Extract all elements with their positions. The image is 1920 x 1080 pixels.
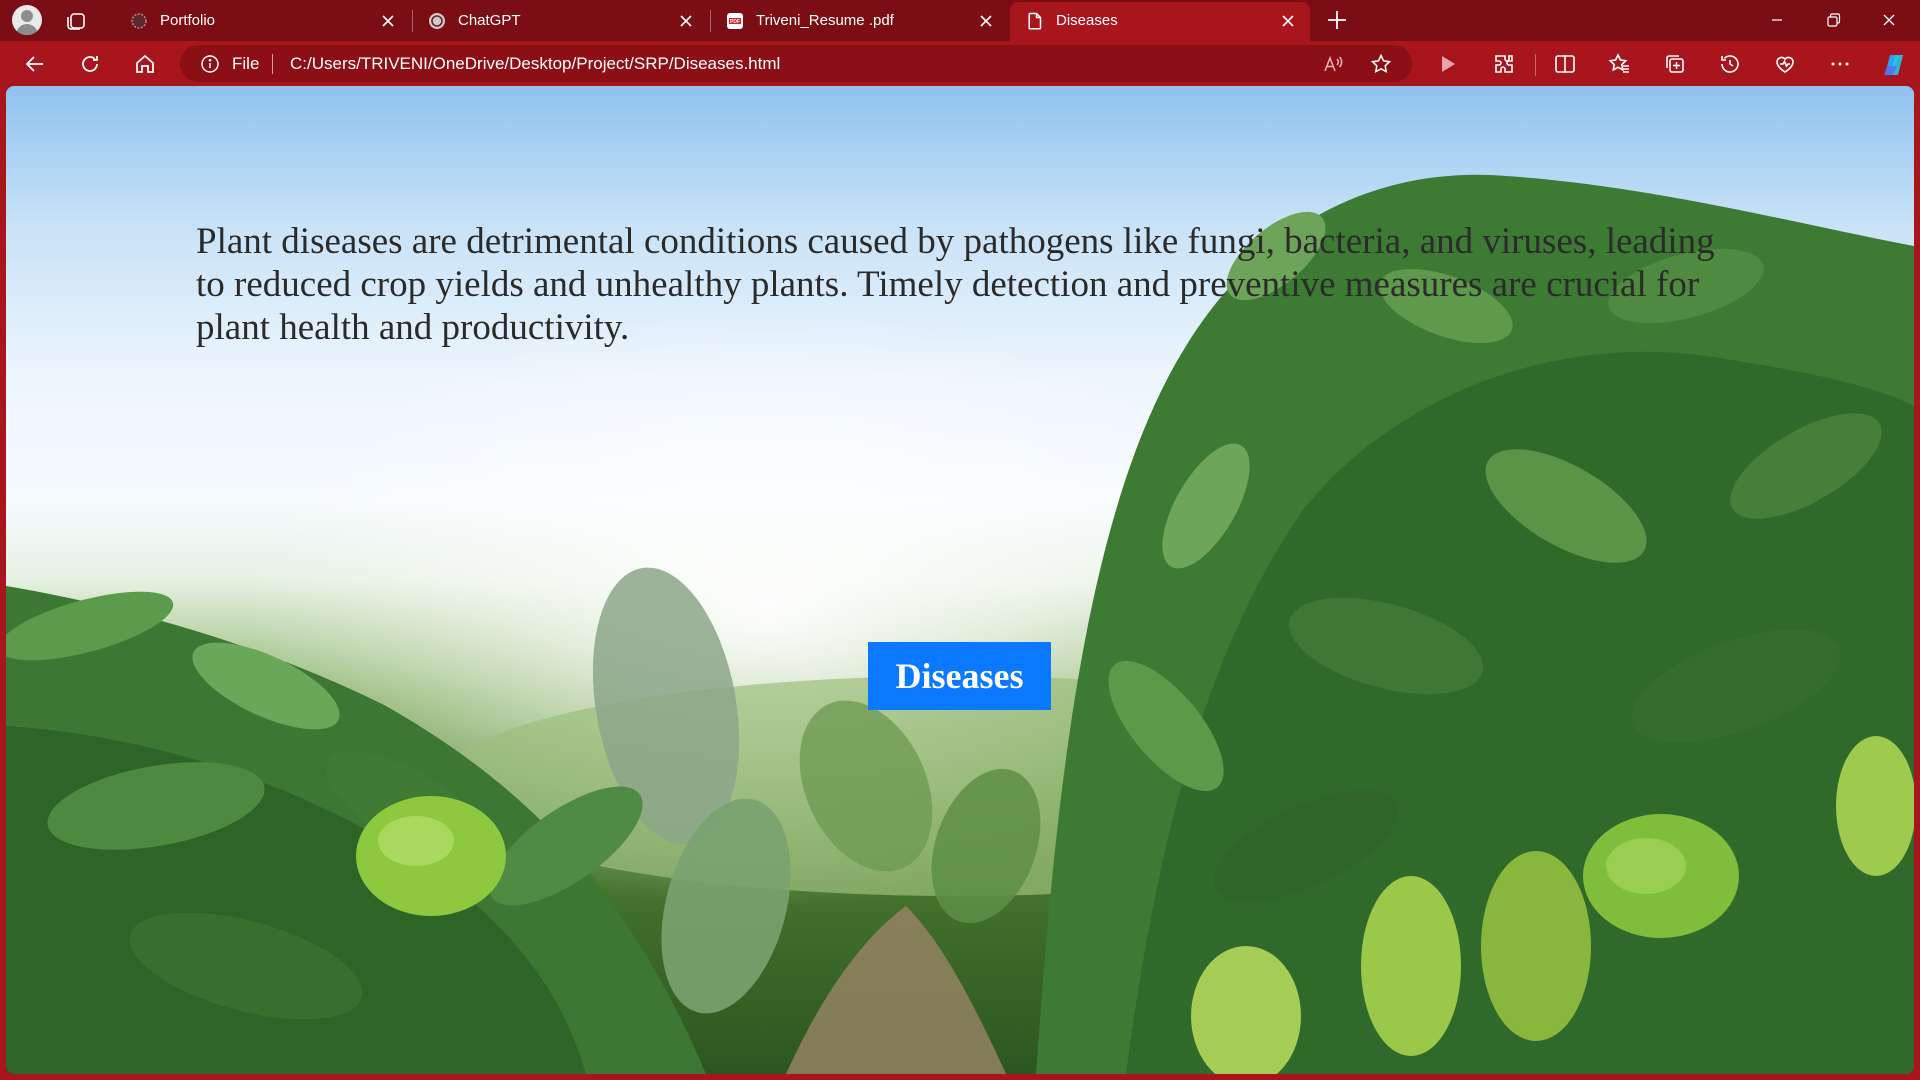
- page-viewport: Plant diseases are detrimental condition…: [6, 86, 1914, 1074]
- close-tab-icon[interactable]: [978, 13, 994, 29]
- tab-divider: [412, 10, 413, 32]
- more-options-icon[interactable]: [1825, 49, 1855, 79]
- tab-resume-pdf[interactable]: PDF Triveni_Resume .pdf: [712, 2, 1008, 41]
- favorite-star-icon[interactable]: [1370, 53, 1392, 75]
- address-scheme-label: File: [232, 54, 260, 73]
- close-tab-icon[interactable]: [1280, 13, 1296, 29]
- tab-diseases[interactable]: Diseases: [1010, 2, 1310, 41]
- tab-title: Diseases: [1056, 12, 1118, 29]
- svg-text:PDF: PDF: [730, 19, 740, 25]
- tab-divider: [710, 10, 711, 32]
- back-icon[interactable]: [20, 49, 50, 79]
- copilot-icon[interactable]: [1878, 49, 1908, 79]
- tab-title: ChatGPT: [458, 12, 521, 29]
- new-tab-icon[interactable]: [1325, 8, 1349, 32]
- page-favicon-icon: [1026, 12, 1044, 30]
- site-info-icon[interactable]: [200, 54, 220, 74]
- minimize-icon[interactable]: [1754, 6, 1800, 34]
- home-icon[interactable]: [130, 49, 160, 79]
- refresh-icon[interactable]: [75, 49, 105, 79]
- split-screen-icon[interactable]: [1550, 49, 1580, 79]
- diseases-intro-paragraph: Plant diseases are detrimental condition…: [196, 221, 1715, 348]
- tab-title: Triveni_Resume .pdf: [756, 12, 894, 29]
- portfolio-favicon-icon: [130, 12, 148, 30]
- collections-icon[interactable]: [1660, 49, 1690, 79]
- restore-icon[interactable]: [1810, 6, 1856, 34]
- tab-strip: Portfolio ChatGPT PDF Triveni_Resume .pd…: [0, 0, 1920, 41]
- address-bar[interactable]: File C:/Users/TRIVENI/OneDrive/Desktop/P…: [180, 45, 1412, 82]
- chatgpt-favicon-icon: [428, 12, 446, 30]
- toolbar-divider: [1535, 54, 1536, 76]
- close-tab-icon[interactable]: [678, 13, 694, 29]
- close-tab-icon[interactable]: [380, 13, 396, 29]
- read-aloud-icon[interactable]: [1322, 53, 1344, 75]
- browser-toolbar: File C:/Users/TRIVENI/OneDrive/Desktop/P…: [0, 41, 1920, 86]
- tab-portfolio[interactable]: Portfolio: [104, 2, 410, 41]
- extensions-icon[interactable]: [1489, 49, 1519, 79]
- tab-title: Portfolio: [160, 12, 216, 29]
- play-media-icon[interactable]: [1432, 49, 1462, 79]
- profile-avatar-icon[interactable]: [12, 5, 42, 35]
- browser-essentials-icon[interactable]: [1770, 49, 1800, 79]
- history-icon[interactable]: [1715, 49, 1745, 79]
- address-url[interactable]: C:/Users/TRIVENI/OneDrive/Desktop/Projec…: [290, 54, 780, 74]
- pdf-favicon-icon: PDF: [726, 12, 744, 30]
- favorites-icon[interactable]: [1605, 49, 1635, 79]
- close-window-icon[interactable]: [1866, 6, 1912, 34]
- workspaces-icon[interactable]: [64, 9, 88, 33]
- tab-chatgpt[interactable]: ChatGPT: [414, 2, 708, 41]
- diseases-button[interactable]: Diseases: [868, 642, 1051, 710]
- address-divider: [272, 54, 273, 74]
